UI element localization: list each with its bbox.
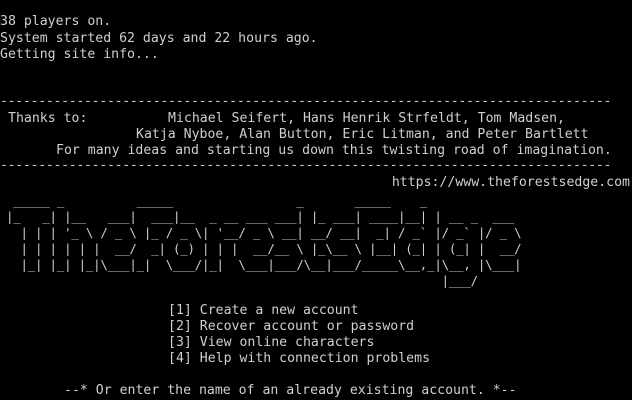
system-uptime-text: System started 62 days and 22 hours ago. bbox=[0, 31, 318, 46]
credits-line-2: Katja Nyboe, Alan Button, Eric Litman, a… bbox=[136, 127, 589, 142]
top-divider: ----------------------------------------… bbox=[0, 94, 612, 109]
credits-line-3: For many ideas and starting us down this… bbox=[56, 143, 612, 158]
ascii-logo-banner: _____ _ _____ _ _____ _ |_ _| |__ ___| _… bbox=[6, 193, 522, 288]
bottom-divider: ----------------------------------------… bbox=[0, 158, 612, 173]
menu-item-recover-account[interactable]: [2] Recover account or password bbox=[168, 319, 430, 335]
site-url: https://www.theforestsedge.com bbox=[391, 175, 630, 190]
loading-status-text: Getting site info... bbox=[0, 47, 159, 62]
players-online-text: 38 players on. bbox=[0, 14, 112, 29]
main-menu: [1] Create a new account [2] Recover acc… bbox=[168, 303, 430, 367]
menu-item-view-online[interactable]: [3] View online characters bbox=[168, 335, 430, 351]
menu-item-create-account[interactable]: [1] Create a new account bbox=[168, 303, 430, 319]
credits-line-1: Michael Seifert, Hans Henrik Strfeldt, T… bbox=[168, 111, 565, 126]
menu-item-connection-help[interactable]: [4] Help with connection problems bbox=[168, 351, 430, 367]
thanks-label: Thanks to: bbox=[8, 111, 88, 126]
login-prompt[interactable]: --* Or enter the name of an already exis… bbox=[64, 383, 517, 399]
